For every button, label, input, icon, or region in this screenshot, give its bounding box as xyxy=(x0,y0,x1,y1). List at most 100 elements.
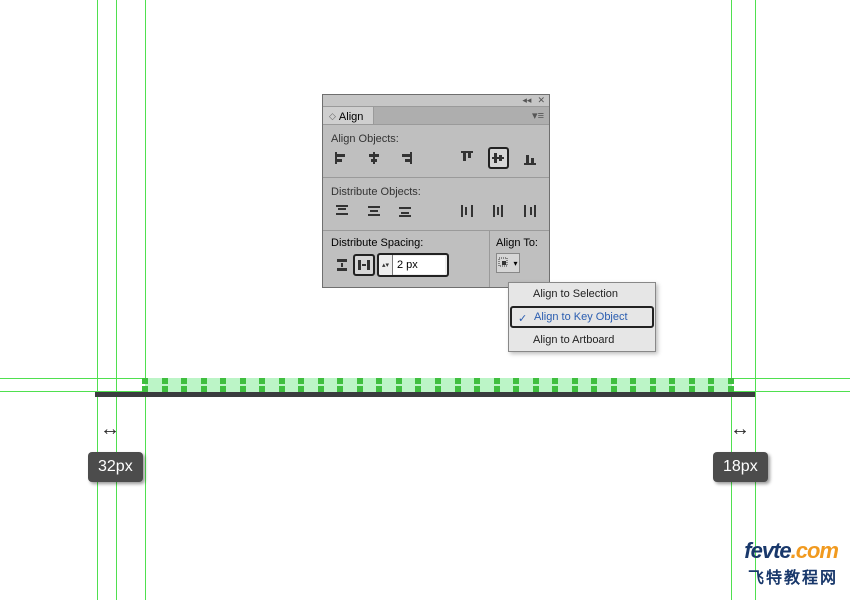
selection-handle[interactable] xyxy=(455,378,461,384)
selection-handle[interactable] xyxy=(201,378,207,384)
selection-handle[interactable] xyxy=(162,386,168,392)
collapse-icon[interactable]: ◂◂ xyxy=(522,95,531,106)
selection-handle[interactable] xyxy=(533,386,539,392)
selection-handle[interactable] xyxy=(201,386,207,392)
selection-handle[interactable] xyxy=(630,378,636,384)
selection-handle[interactable] xyxy=(728,378,734,384)
selection-handle[interactable] xyxy=(337,386,343,392)
hdist-center-button[interactable] xyxy=(488,200,510,222)
selection-handle[interactable] xyxy=(474,378,480,384)
selection-handle[interactable] xyxy=(259,378,265,384)
selection-handle[interactable] xyxy=(708,386,714,392)
guide-vertical xyxy=(97,0,98,600)
selection-handle[interactable] xyxy=(376,378,382,384)
selection-handle[interactable] xyxy=(415,386,421,392)
selection-handle[interactable] xyxy=(494,386,500,392)
menu-align-artboard[interactable]: Align to Artboard xyxy=(509,329,655,351)
selection-handle[interactable] xyxy=(181,386,187,392)
hdist-right-button[interactable] xyxy=(519,200,541,222)
selection-handle[interactable] xyxy=(357,386,363,392)
selection-handle[interactable] xyxy=(513,378,519,384)
vdist-center-button[interactable] xyxy=(363,200,385,222)
selection-handle[interactable] xyxy=(142,386,148,392)
selection-handle[interactable] xyxy=(357,378,363,384)
align-to-dropdown[interactable]: ▾ xyxy=(496,253,520,273)
selection-handle[interactable] xyxy=(533,378,539,384)
selection-handle[interactable] xyxy=(611,386,617,392)
selection-handle[interactable] xyxy=(220,386,226,392)
selection-handle[interactable] xyxy=(591,378,597,384)
selection-handle[interactable] xyxy=(552,386,558,392)
tab-grip-icon: ◇ xyxy=(329,111,336,122)
selection-handle[interactable] xyxy=(689,386,695,392)
selection-handle[interactable] xyxy=(279,386,285,392)
selection-handle[interactable] xyxy=(630,386,636,392)
selection-handle[interactable] xyxy=(259,386,265,392)
label-align-to: Align To: xyxy=(496,237,543,249)
spacing-field[interactable]: ▴▾ 2 px xyxy=(377,253,449,277)
align-panel: ◂◂ ✕ ◇ Align ▾≡ Align Objects: Distribut… xyxy=(322,94,550,288)
menu-align-key-object[interactable]: ✓ Align to Key Object xyxy=(510,306,654,328)
selection-handle[interactable] xyxy=(162,378,168,384)
hspacing-button[interactable] xyxy=(353,254,375,276)
menu-label: Align to Artboard xyxy=(533,334,614,346)
align-right-button[interactable] xyxy=(394,147,416,169)
selection-handle[interactable] xyxy=(572,378,578,384)
stepper-icon[interactable]: ▴▾ xyxy=(379,255,393,275)
selection-handle[interactable] xyxy=(415,378,421,384)
spacing-input[interactable]: 2 px xyxy=(393,256,445,274)
selection-handle[interactable] xyxy=(689,378,695,384)
selection-handle[interactable] xyxy=(279,378,285,384)
vdist-bottom-button[interactable] xyxy=(394,200,416,222)
vspacing-button[interactable] xyxy=(331,254,353,276)
align-bottom-button[interactable] xyxy=(519,147,541,169)
align-left-button[interactable] xyxy=(331,147,353,169)
panel-tabs: ◇ Align ▾≡ xyxy=(323,107,549,125)
selection-handle[interactable] xyxy=(376,386,382,392)
selection-handle[interactable] xyxy=(513,386,519,392)
selection-handle[interactable] xyxy=(318,378,324,384)
align-hcenter-button[interactable] xyxy=(363,147,385,169)
selection-handle[interactable] xyxy=(435,378,441,384)
guide-vertical xyxy=(755,0,756,600)
selection-handle[interactable] xyxy=(396,386,402,392)
selection-handle[interactable] xyxy=(552,378,558,384)
panel-titlebar[interactable]: ◂◂ ✕ xyxy=(323,95,549,107)
align-vcenter-button[interactable] xyxy=(488,147,510,169)
artboard-bar xyxy=(95,392,755,397)
selection-handle[interactable] xyxy=(650,378,656,384)
selection-handle[interactable] xyxy=(298,386,304,392)
selection-handle[interactable] xyxy=(181,378,187,384)
selection-handle[interactable] xyxy=(474,386,480,392)
selection-handle[interactable] xyxy=(669,378,675,384)
selection-handle[interactable] xyxy=(591,386,597,392)
dimension-right: 18px xyxy=(713,452,768,482)
selection-handle[interactable] xyxy=(240,386,246,392)
selection-handle[interactable] xyxy=(240,378,246,384)
panel-menu-button[interactable]: ▾≡ xyxy=(374,107,549,124)
close-icon[interactable]: ✕ xyxy=(537,95,545,106)
selection-handle[interactable] xyxy=(220,378,226,384)
selection-handle[interactable] xyxy=(142,378,148,384)
selection-handle[interactable] xyxy=(728,386,734,392)
selection-handle[interactable] xyxy=(572,386,578,392)
vdist-top-button[interactable] xyxy=(331,200,353,222)
tab-label: Align xyxy=(339,111,363,123)
selection-handle[interactable] xyxy=(337,378,343,384)
selection-handle[interactable] xyxy=(455,386,461,392)
selection-handle[interactable] xyxy=(494,378,500,384)
menu-align-selection[interactable]: Align to Selection xyxy=(509,283,655,305)
hdist-left-button[interactable] xyxy=(456,200,478,222)
align-top-button[interactable] xyxy=(456,147,478,169)
selection-handle[interactable] xyxy=(318,386,324,392)
tab-align[interactable]: ◇ Align xyxy=(323,107,374,124)
selection-handle[interactable] xyxy=(611,378,617,384)
selection-handle[interactable] xyxy=(435,386,441,392)
selection-handle[interactable] xyxy=(396,378,402,384)
selection-handle[interactable] xyxy=(298,378,304,384)
watermark: fevte.com 飞特教程网 xyxy=(744,538,838,588)
selection-handle[interactable] xyxy=(650,386,656,392)
selection-handle[interactable] xyxy=(708,378,714,384)
guide-vertical xyxy=(731,0,732,600)
selection-handle[interactable] xyxy=(669,386,675,392)
